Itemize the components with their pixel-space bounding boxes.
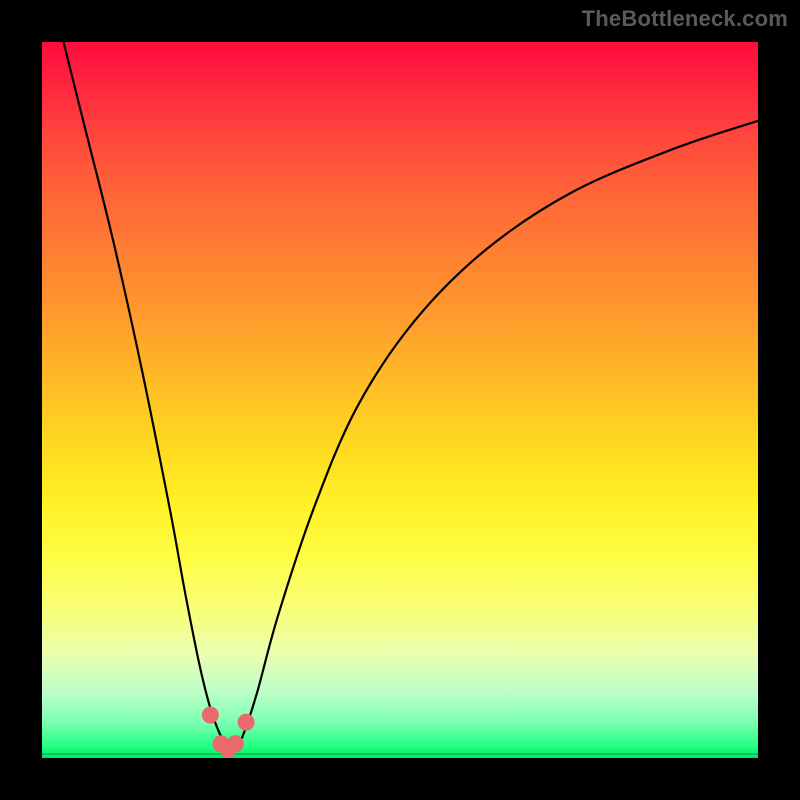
minimum-marker [202,707,218,723]
chart-frame: TheBottleneck.com [0,0,800,800]
watermark-text: TheBottleneck.com [582,6,788,32]
chart-svg [42,42,758,758]
minimum-marker [227,736,243,752]
bottleneck-curve [64,42,759,749]
minimum-marker [238,714,254,730]
minimum-markers-group [202,707,254,757]
plot-area [42,42,758,758]
